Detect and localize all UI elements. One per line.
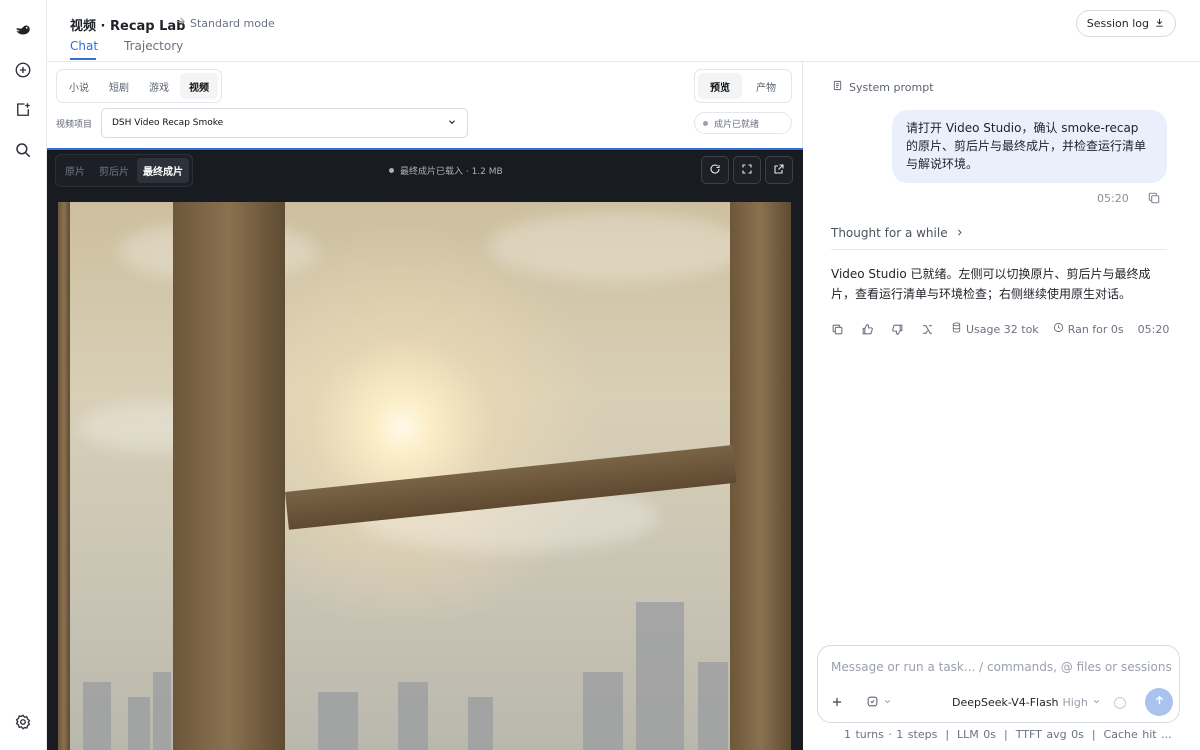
tab-preview[interactable]: 预览 bbox=[698, 73, 742, 99]
refresh-button[interactable] bbox=[701, 156, 729, 184]
tab-artifacts[interactable]: 产物 bbox=[744, 73, 788, 99]
new-note-icon[interactable] bbox=[11, 98, 35, 122]
session-stats: 1 turns · 1 steps | LLM 0s | TTFT avg 0s | Cac… bbox=[844, 728, 1172, 741]
thought-toggle[interactable]: Thought for a while bbox=[831, 226, 964, 240]
clock-icon bbox=[1053, 322, 1064, 336]
tab-raw-footage[interactable]: 原片 bbox=[59, 158, 91, 183]
player-status: 最终成片已载入 · 1.2 MB bbox=[389, 164, 503, 177]
video-player: 原片 剪后片 最终成片 最终成片已载入 · 1.2 MB bbox=[47, 148, 803, 750]
session-log-label: Session log bbox=[1086, 17, 1149, 30]
assistant-message-time: 05:20 bbox=[1137, 322, 1170, 336]
player-status-dot-icon bbox=[389, 168, 394, 173]
chevron-down-icon bbox=[883, 695, 892, 711]
turns-stat: 1 turns · 1 steps bbox=[844, 728, 938, 741]
system-prompt-button[interactable]: System prompt bbox=[832, 80, 934, 94]
message-input[interactable]: Message or run a task... / commands, @ f… bbox=[831, 660, 1172, 674]
model-name: DeepSeek-V4-Flash bbox=[952, 696, 1059, 709]
llm-stat: LLM 0s bbox=[957, 728, 997, 741]
thumbs-up-icon[interactable] bbox=[861, 322, 875, 336]
session-log-button[interactable]: Session log bbox=[1075, 10, 1176, 37]
tab-final-cut[interactable]: 最终成片 bbox=[137, 158, 189, 183]
chevron-right-icon bbox=[955, 226, 964, 240]
header: 视频 · Recap Lab Standard mode Chat Trajec… bbox=[47, 0, 1200, 62]
database-icon bbox=[951, 322, 962, 336]
status-dot-icon bbox=[703, 120, 708, 126]
user-message: 请打开 Video Studio，确认 smoke-recap 的原片、剪后片与… bbox=[892, 110, 1167, 183]
thumbs-down-icon[interactable] bbox=[891, 322, 905, 336]
cache-stat: Cache hit ... bbox=[1103, 728, 1172, 741]
assistant-message: Video Studio 已就绪。左侧可以切换原片、剪后片与最终成片，查看运行清… bbox=[831, 267, 1151, 301]
category-switch: 小说 短剧 游戏 视频 bbox=[56, 69, 222, 103]
ready-status-label: 成片已就绪 bbox=[714, 119, 760, 130]
tab-trajectory[interactable]: Trajectory bbox=[124, 39, 183, 53]
reasoning-level: High bbox=[1062, 696, 1088, 709]
new-chat-icon[interactable] bbox=[11, 58, 35, 82]
open-external-icon bbox=[773, 163, 785, 178]
message-actions: Usage 32 tok Ran for 0s 05:20 bbox=[831, 322, 1169, 336]
tab-chat[interactable]: Chat bbox=[70, 39, 98, 53]
runtime-label: Ran for 0s bbox=[1067, 322, 1124, 336]
mode-label: Standard mode bbox=[190, 16, 275, 30]
category-video[interactable]: 视频 bbox=[180, 73, 218, 99]
tools-icon bbox=[866, 695, 879, 711]
thought-label: Thought for a while bbox=[831, 226, 948, 240]
category-short-drama[interactable]: 短剧 bbox=[100, 73, 138, 99]
loading-spinner-icon bbox=[1114, 697, 1126, 709]
chat-panel: System prompt 请打开 Video Studio，确认 smoke-… bbox=[804, 62, 1200, 750]
page-title: 视频 · Recap Lab bbox=[70, 19, 186, 34]
category-game[interactable]: 游戏 bbox=[140, 73, 178, 99]
system-prompt-label: System prompt bbox=[849, 80, 934, 94]
player-status-label: 最终成片已载入 · 1.2 MB bbox=[400, 167, 503, 177]
arrow-up-icon bbox=[1153, 694, 1166, 710]
usage-meta: Usage 32 tok bbox=[951, 322, 1039, 336]
project-label: 视频项目 bbox=[56, 120, 93, 130]
video-frame[interactable] bbox=[58, 202, 791, 750]
copy-message-icon[interactable] bbox=[831, 322, 845, 336]
plus-icon bbox=[830, 695, 844, 712]
mode-icon bbox=[175, 16, 186, 30]
fullscreen-icon bbox=[741, 163, 753, 178]
studio-panel: 小说 短剧 游戏 视频 预览 产物 视频项目 DSH Video Recap S… bbox=[47, 62, 803, 750]
ttft-stat: TTFT avg 0s bbox=[1015, 728, 1084, 741]
composer: Message or run a task... / commands, @ f… bbox=[817, 645, 1180, 723]
left-rail bbox=[0, 0, 47, 750]
divider bbox=[831, 249, 1167, 250]
logo-icon[interactable] bbox=[11, 18, 35, 42]
mode-indicator: Standard mode bbox=[175, 16, 275, 30]
tab-edited-cut[interactable]: 剪后片 bbox=[93, 158, 135, 183]
settings-icon[interactable] bbox=[11, 710, 35, 734]
open-external-button[interactable] bbox=[765, 156, 793, 184]
ready-status-badge: 成片已就绪 bbox=[694, 112, 792, 134]
send-button[interactable] bbox=[1145, 688, 1173, 716]
active-tab-underline bbox=[70, 58, 96, 60]
add-attachment-button[interactable] bbox=[826, 692, 848, 714]
search-icon[interactable] bbox=[11, 138, 35, 162]
usage-label: Usage 32 tok bbox=[966, 322, 1039, 336]
tools-button[interactable] bbox=[866, 695, 892, 711]
model-selector[interactable]: DeepSeek-V4-Flash High bbox=[952, 696, 1101, 709]
document-icon bbox=[832, 80, 843, 94]
project-select[interactable]: DSH Video Recap Smoke bbox=[101, 108, 468, 138]
chevron-down-icon bbox=[1092, 696, 1101, 709]
branch-icon[interactable] bbox=[921, 322, 935, 336]
user-message-time: 05:20 bbox=[1097, 192, 1129, 205]
player-source-switch: 原片 剪后片 最终成片 bbox=[55, 154, 193, 187]
view-switch: 预览 产物 bbox=[694, 69, 792, 103]
project-select-value: DSH Video Recap Smoke bbox=[112, 118, 224, 128]
refresh-icon bbox=[709, 163, 721, 178]
category-novel[interactable]: 小说 bbox=[60, 73, 98, 99]
chevron-down-icon bbox=[447, 117, 457, 130]
runtime-meta: Ran for 0s bbox=[1053, 322, 1124, 336]
copy-icon[interactable] bbox=[1147, 191, 1161, 205]
fullscreen-button[interactable] bbox=[733, 156, 761, 184]
download-icon bbox=[1154, 17, 1165, 31]
